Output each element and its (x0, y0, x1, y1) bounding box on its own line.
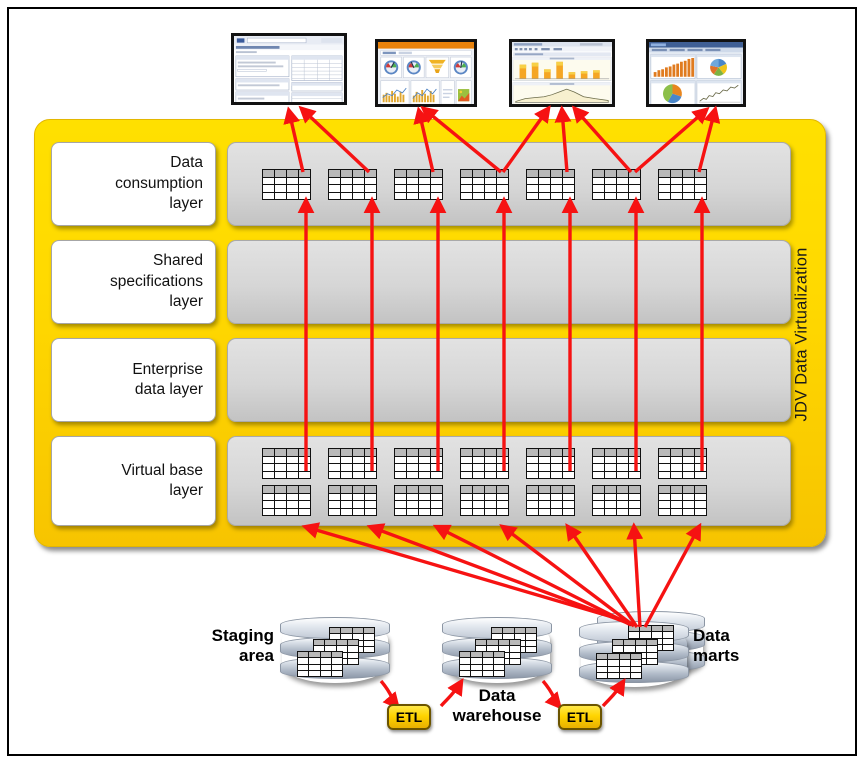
virtual-table[interactable] (262, 169, 311, 200)
layer-label-line: layer (169, 482, 203, 499)
virtual-table[interactable] (460, 169, 509, 200)
dashboard-gauge-dashboard[interactable] (375, 39, 477, 107)
table-glyph (459, 651, 505, 677)
etl-label: ETL (395, 709, 423, 725)
base-table[interactable] (526, 485, 575, 516)
table-glyph (297, 651, 343, 677)
layer-data-consumption[interactable]: Data consumption layer (51, 142, 791, 226)
jdv-container: JDV Data Virtualization Data consumption… (34, 119, 826, 547)
virtual-table[interactable] (658, 169, 707, 200)
layer-label-line: Enterprise (132, 360, 203, 378)
layer-label-line: layer (169, 293, 203, 311)
base-table[interactable] (592, 448, 641, 479)
base-table[interactable] (262, 448, 311, 479)
base-table[interactable] (394, 448, 443, 479)
base-table[interactable] (328, 448, 377, 479)
layer-data-consumption-label: Data consumption layer (51, 142, 216, 226)
base-table[interactable] (592, 485, 641, 516)
caption-line: marts (693, 645, 740, 665)
diagram-frame: JDV Data Virtualization Data consumption… (7, 7, 857, 756)
caption-line: warehouse (452, 705, 542, 725)
layer-label-line: specifications (109, 272, 203, 290)
etl-staging-to-warehouse[interactable]: ETL (387, 704, 431, 730)
layer-virtual-base-body (227, 436, 791, 526)
base-table[interactable] (460, 448, 509, 479)
layer-label-line: Data (170, 154, 203, 172)
layer-data-consumption-body (227, 142, 791, 226)
etl-warehouse-to-marts[interactable]: ETL (558, 704, 602, 730)
dashboard-report-screen[interactable] (231, 33, 347, 105)
layer-enterprise-data-label: Enterprise data layer (51, 338, 216, 422)
layer-shared-specifications[interactable]: Shared specifications layer (51, 240, 791, 324)
base-table[interactable] (526, 448, 575, 479)
layer-label-line: consumption (115, 174, 203, 192)
etl-label: ETL (566, 709, 594, 725)
caption-data-warehouse: Data warehouse (429, 686, 565, 725)
caption-staging-area: Staging area (192, 626, 274, 665)
table-glyph (596, 653, 642, 679)
virtual-table[interactable] (592, 169, 641, 200)
layer-virtual-base[interactable]: Virtual base layer (51, 436, 791, 526)
layer-label-line: layer (169, 195, 203, 213)
base-table[interactable] (658, 485, 707, 516)
layer-shared-specifications-label: Shared specifications layer (51, 240, 216, 324)
virtual-table[interactable] (394, 169, 443, 200)
caption-data-marts: Data marts (693, 626, 783, 665)
base-table[interactable] (658, 448, 707, 479)
diagram-stage: JDV Data Virtualization Data consumption… (9, 9, 855, 754)
report-screen-icon (234, 36, 344, 102)
caption-line: Data (693, 626, 730, 645)
cylinder-data-warehouse[interactable] (442, 617, 552, 685)
virtual-table[interactable] (328, 169, 377, 200)
base-table[interactable] (460, 485, 509, 516)
layer-label-line: Shared (153, 252, 203, 270)
gauge-dashboard-icon (378, 42, 474, 104)
dashboard-analytics-board[interactable] (646, 39, 746, 107)
dashboard-bar-area-report[interactable] (509, 39, 615, 107)
layer-enterprise-data-body (227, 338, 791, 422)
bar-area-report-icon (512, 42, 612, 104)
caption-line: area (239, 645, 274, 665)
cylinder-staging-area[interactable] (280, 617, 390, 685)
caption-line: Staging (211, 626, 274, 645)
caption-line: Data (478, 686, 516, 705)
layer-virtual-base-label: Virtual base layer (51, 436, 216, 526)
layer-label-line: data layer (134, 381, 203, 398)
layer-label-line: Virtual base (121, 461, 203, 479)
virtual-table[interactable] (526, 169, 575, 200)
layer-shared-specifications-body (227, 240, 791, 324)
base-table[interactable] (328, 485, 377, 516)
jdv-container-label-text: JDV Data Virtualization (792, 247, 811, 421)
layer-enterprise-data[interactable]: Enterprise data layer (51, 338, 791, 422)
base-table[interactable] (262, 485, 311, 516)
base-table[interactable] (394, 485, 443, 516)
analytics-board-icon (649, 42, 743, 104)
cylinder-data-marts[interactable] (579, 621, 689, 689)
